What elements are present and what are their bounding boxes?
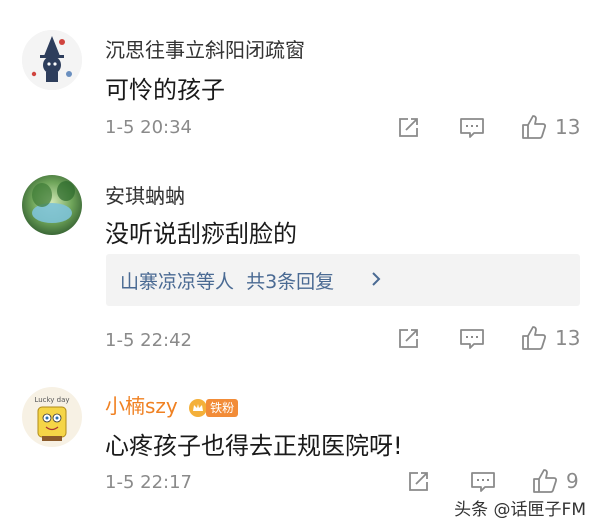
chevron-right-icon <box>372 272 381 286</box>
witch-cat-avatar-icon <box>22 30 82 90</box>
reply-count: 共3条回复 <box>246 271 335 293</box>
comment-button[interactable] <box>470 470 496 494</box>
comment-item-2: 安琪蚋蚋 没听说刮痧刮脸的 山寨凉凉等人 共3条回复 1-5 22:42 13 <box>0 160 600 365</box>
comment-icon <box>471 472 495 492</box>
reply-preview[interactable]: 山寨凉凉等人 共3条回复 <box>106 254 580 306</box>
share-button[interactable] <box>396 116 420 140</box>
comment-icon <box>460 118 484 138</box>
watermark: 头条 @话匣子FM <box>454 500 586 520</box>
share-button[interactable] <box>406 470 430 494</box>
username-text: 小楠szy <box>105 394 178 418</box>
like-button[interactable]: 13 <box>521 114 580 140</box>
share-icon <box>399 118 418 137</box>
avatar-text: Lucky day <box>34 396 69 404</box>
avatar[interactable] <box>22 175 82 235</box>
username[interactable]: 小楠szy 铁粉 <box>105 390 239 419</box>
forest-lake-avatar-icon <box>22 175 82 235</box>
like-button[interactable]: 13 <box>521 325 580 351</box>
like-count: 9 <box>566 469 579 493</box>
thumbs-up-icon <box>522 115 547 139</box>
timestamp: 1-5 22:42 <box>105 330 192 351</box>
avatar[interactable]: Lucky day <box>22 387 82 447</box>
share-icon <box>399 329 418 348</box>
comment-text: 没听说刮痧刮脸的 <box>105 220 297 248</box>
crown-badge-icon <box>189 398 208 417</box>
timestamp: 1-5 22:17 <box>105 472 192 493</box>
fan-badge: 铁粉 <box>188 398 239 418</box>
avatar[interactable] <box>22 30 82 90</box>
comment-text: 可怜的孩子 <box>105 76 225 104</box>
badge-label: 铁粉 <box>206 398 239 417</box>
comment-button[interactable] <box>459 116 485 140</box>
reply-names: 山寨凉凉等人 <box>120 271 235 293</box>
comment-icon <box>460 329 484 349</box>
reply-preview-label: 山寨凉凉等人 共3条回复 <box>120 267 334 294</box>
like-count: 13 <box>555 326 581 350</box>
comment-item-1: 沉思往事立斜阳闭疏窗 可怜的孩子 1-5 20:34 13 <box>0 0 600 160</box>
like-button[interactable]: 9 <box>532 468 579 494</box>
username[interactable]: 沉思往事立斜阳闭疏窗 <box>105 34 305 63</box>
timestamp: 1-5 20:34 <box>105 117 192 138</box>
share-icon <box>409 472 428 491</box>
thumbs-up-icon <box>533 469 558 493</box>
thumbs-up-icon <box>522 326 547 350</box>
lucky-day-avatar-icon: Lucky day <box>22 387 82 447</box>
like-count: 13 <box>555 115 581 139</box>
comment-text: 心疼孩子也得去正规医院呀! <box>105 432 403 460</box>
share-button[interactable] <box>396 327 420 351</box>
comment-button[interactable] <box>459 327 485 351</box>
username[interactable]: 安琪蚋蚋 <box>105 180 185 209</box>
